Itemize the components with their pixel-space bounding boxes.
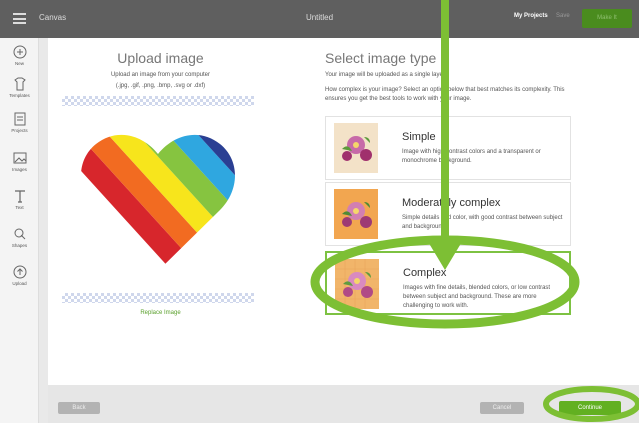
templates-icon <box>13 77 26 91</box>
option-description: Images with fine details, blended colors… <box>403 285 551 309</box>
back-button[interactable]: Back <box>58 402 100 414</box>
sidebar-item-label: Templates <box>9 93 30 98</box>
sidebar-item-label: New <box>14 61 24 66</box>
select-type-note: Your image will be uploaded as a single … <box>325 72 447 78</box>
upload-icon <box>13 265 26 279</box>
upload-subtitle: Upload an image from your computer <box>110 72 211 78</box>
top-bar: Canvas Untitled My Projects Save Make It <box>0 0 639 38</box>
projects-icon <box>14 112 25 126</box>
flower-thumbnail-simple <box>334 123 378 173</box>
sidebar-item-text[interactable]: Text <box>0 188 39 210</box>
cancel-button[interactable]: Cancel <box>480 402 524 414</box>
flower-thumbnail-moderate <box>334 189 378 239</box>
sidebar-item-upload[interactable]: Upload <box>0 264 39 286</box>
save-button[interactable]: Save <box>556 13 570 19</box>
my-projects-button[interactable]: My Projects <box>514 13 548 19</box>
image-preview <box>62 106 254 293</box>
bottom-bar: Back Cancel Continue <box>48 385 639 423</box>
upload-formats: (.jpg, .gif, .png, .bmp, .svg or .dxf) <box>115 83 206 89</box>
transparency-strip-top <box>62 96 254 106</box>
select-type-title: Select image type <box>325 50 437 66</box>
text-icon <box>14 190 25 203</box>
upload-panel: Upload image Upload an image from your c… <box>48 38 639 423</box>
images-icon <box>13 152 26 164</box>
sidebar-item-templates[interactable]: Templates <box>0 76 39 98</box>
option-simple[interactable]: Simple Image with high-contrast colors a… <box>325 116 571 180</box>
select-type-description: How complex is your image? Select an opt… <box>325 87 565 102</box>
option-name: Moderately complex <box>402 197 501 209</box>
transparency-strip-bottom <box>62 293 254 303</box>
sidebar-item-new[interactable]: New <box>0 44 39 66</box>
sidebar-item-label: Images <box>12 167 27 172</box>
continue-button[interactable]: Continue <box>559 401 621 415</box>
sidebar-item-label: Shapes <box>11 243 28 248</box>
new-icon <box>13 45 26 59</box>
sidebar-item-projects[interactable]: Projects <box>0 111 39 133</box>
replace-image-link[interactable]: Replace Image <box>48 310 273 316</box>
sidebar-item-images[interactable]: Images <box>0 150 39 172</box>
rainbow-heart-image <box>81 134 235 272</box>
option-description: Simple details and color, with good cont… <box>402 215 563 230</box>
flower-thumbnail-complex <box>335 259 379 309</box>
option-name: Simple <box>402 131 436 143</box>
make-it-button[interactable]: Make It <box>582 9 632 28</box>
sidebar-item-label: Upload <box>12 281 27 286</box>
sidebar-item-shapes[interactable]: Shapes <box>0 226 39 248</box>
left-sidebar: New Templates Projects Images Text Shape… <box>0 38 39 423</box>
shapes-icon <box>14 228 25 240</box>
option-description: Image with high-contrast colors and a tr… <box>402 149 541 164</box>
sidebar-item-label: Text <box>15 205 24 210</box>
sidebar-item-label: Projects <box>11 128 28 133</box>
upload-title: Upload image <box>117 50 204 66</box>
option-complex[interactable]: Complex Images with fine details, blende… <box>325 251 571 315</box>
option-moderately-complex[interactable]: Moderately complex Simple details and co… <box>325 182 571 246</box>
option-name: Complex <box>403 267 447 279</box>
